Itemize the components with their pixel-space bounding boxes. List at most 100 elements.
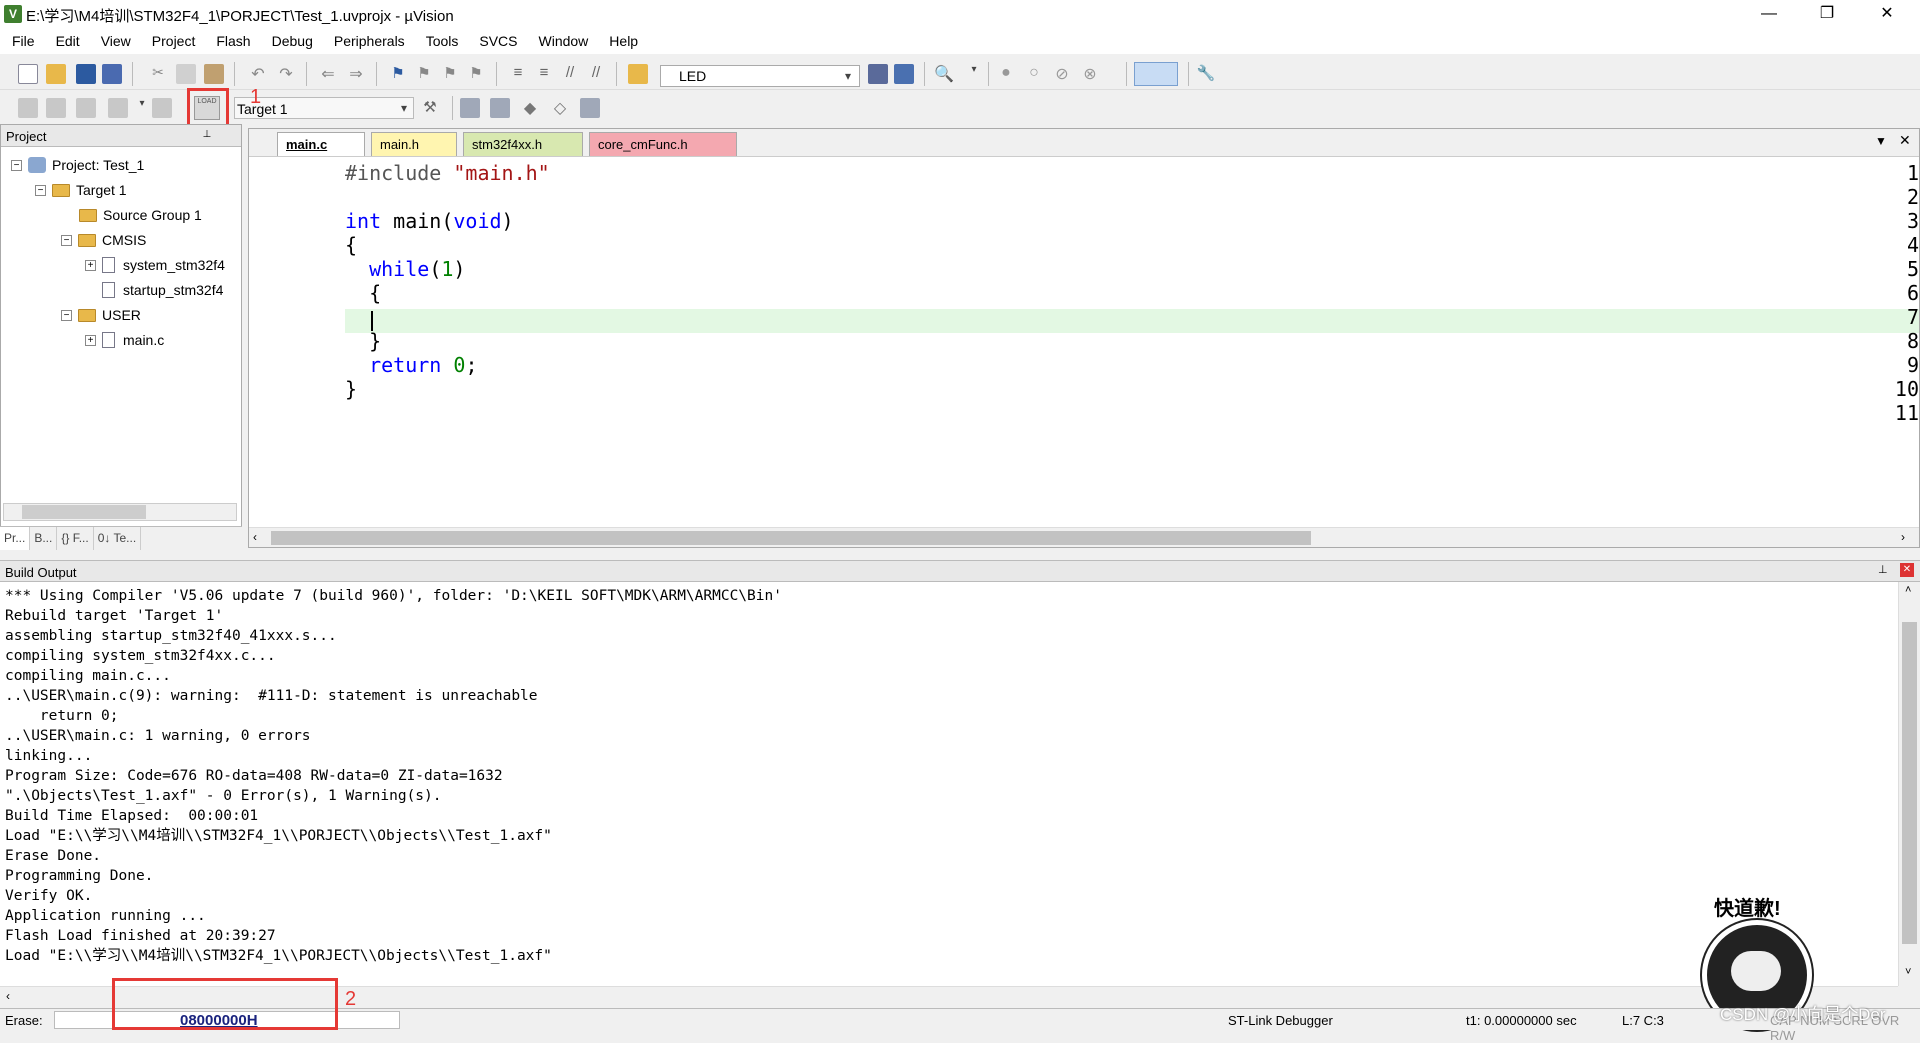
tree-item-startup-file[interactable]: startup_stm32f4 xyxy=(102,282,223,298)
scroll-thumb[interactable] xyxy=(1902,622,1917,944)
restore-button[interactable]: ❐ xyxy=(1804,0,1850,28)
comment-icon[interactable]: // xyxy=(560,64,580,84)
prev-bookmark-icon[interactable]: ⚑ xyxy=(414,64,434,84)
nav-back-icon[interactable]: ⇐ xyxy=(318,64,338,84)
menu-svcs[interactable]: SVCS xyxy=(467,28,526,54)
scroll-left-icon[interactable]: ‹ xyxy=(6,989,10,1003)
manage-components-icon[interactable] xyxy=(490,98,510,118)
batch-build-icon[interactable] xyxy=(108,98,128,118)
scroll-left-icon[interactable]: ‹ xyxy=(253,530,257,544)
collapse-icon[interactable]: − xyxy=(11,159,22,171)
tree-item-system-file[interactable]: + system_stm32f4 xyxy=(85,257,225,273)
tab-stm32f4xx-h[interactable]: stm32f4xx.h xyxy=(463,132,583,156)
find-icon[interactable] xyxy=(868,64,888,84)
chevron-down-icon[interactable]: ▾ xyxy=(132,98,152,118)
menu-edit[interactable]: Edit xyxy=(44,28,89,54)
save-icon[interactable] xyxy=(76,64,96,84)
minimize-button[interactable]: — xyxy=(1746,0,1792,28)
disable-breakpoint-icon[interactable]: ○ xyxy=(1024,64,1044,84)
menu-flash[interactable]: Flash xyxy=(204,28,259,54)
breakpoint-icon[interactable]: ● xyxy=(996,64,1016,84)
tree-item-cmsis[interactable]: − CMSIS xyxy=(61,232,146,248)
menu-project[interactable]: Project xyxy=(140,28,205,54)
expand-icon[interactable]: + xyxy=(85,334,96,346)
expand-icon[interactable]: + xyxy=(85,259,96,271)
close-button[interactable]: ✕ xyxy=(1864,0,1910,28)
find-in-files-icon[interactable] xyxy=(628,64,648,84)
menu-window[interactable]: Window xyxy=(527,28,598,54)
tree-item-project[interactable]: − Project: Test_1 xyxy=(11,157,144,173)
horizontal-scrollbar[interactable] xyxy=(3,503,237,521)
scroll-thumb[interactable] xyxy=(271,531,1311,545)
debug-session-icon[interactable]: 🔍 xyxy=(934,64,954,84)
tree-item-target[interactable]: − Target 1 xyxy=(35,182,127,198)
chevron-down-icon[interactable]: ▾ xyxy=(964,64,984,84)
incremental-find-icon[interactable] xyxy=(894,64,914,84)
collapse-icon[interactable]: − xyxy=(61,234,72,246)
scroll-up-icon[interactable]: ˄ xyxy=(1905,584,1911,596)
find-combo[interactable]: LED xyxy=(660,65,860,87)
new-file-icon[interactable] xyxy=(18,64,38,84)
paste-icon[interactable] xyxy=(204,64,224,84)
build-icon[interactable] xyxy=(46,98,66,118)
tab-books[interactable]: B... xyxy=(30,527,58,550)
redo-icon[interactable]: ↷ xyxy=(276,64,296,84)
indent-icon[interactable]: ≡ xyxy=(508,64,528,84)
tab-project[interactable]: Pr... xyxy=(0,527,31,550)
kill-breakpoints-icon[interactable]: ⊗ xyxy=(1080,64,1100,84)
tree-item-user[interactable]: − USER xyxy=(61,307,141,323)
line-number: 9 xyxy=(1906,353,1919,377)
menu-file[interactable]: File xyxy=(0,28,44,54)
tab-main-c[interactable]: main.c xyxy=(277,132,365,156)
editor-horizontal-scrollbar[interactable]: ‹ › xyxy=(249,527,1919,547)
copy-icon[interactable] xyxy=(176,64,196,84)
tab-functions[interactable]: {} F... xyxy=(57,527,94,550)
collapse-icon[interactable]: − xyxy=(61,309,72,321)
chevron-down-icon[interactable]: ▾ xyxy=(394,98,414,118)
select-packs-icon[interactable] xyxy=(580,98,600,118)
pin-icon[interactable]: ⊥ xyxy=(1878,563,1888,576)
unindent-icon[interactable]: ≡ xyxy=(534,64,554,84)
next-bookmark-icon[interactable]: ⚑ xyxy=(440,64,460,84)
menu-debug[interactable]: Debug xyxy=(260,28,322,54)
tab-main-h[interactable]: main.h xyxy=(371,132,457,156)
cut-icon[interactable]: ✂ xyxy=(148,64,168,84)
chevron-down-icon[interactable]: ▾ xyxy=(838,66,858,86)
scroll-right-icon[interactable]: › xyxy=(1901,530,1905,544)
translate-icon[interactable] xyxy=(18,98,38,118)
tab-list-chevron-icon[interactable]: ▼ xyxy=(1875,134,1887,148)
menu-peripherals[interactable]: Peripherals xyxy=(322,28,414,54)
manage-project-icon[interactable] xyxy=(460,98,480,118)
rte-icon[interactable]: ◆ xyxy=(520,98,540,118)
scroll-down-icon[interactable]: ˅ xyxy=(1905,966,1911,978)
menu-view[interactable]: View xyxy=(89,28,140,54)
wrench-icon[interactable]: 🔧 xyxy=(1196,64,1216,84)
bookmark-icon[interactable]: ⚑ xyxy=(388,64,408,84)
tab-core-cmfunc-h[interactable]: core_cmFunc.h xyxy=(589,132,737,156)
pack-installer-icon[interactable]: ◇ xyxy=(550,98,570,118)
collapse-icon[interactable]: − xyxy=(35,184,46,196)
close-panel-icon[interactable]: ✕ xyxy=(1900,563,1914,577)
window-layout-icon[interactable] xyxy=(1134,62,1178,86)
clear-bookmarks-icon[interactable]: ⚑ xyxy=(466,64,486,84)
scroll-thumb[interactable] xyxy=(22,505,146,519)
tree-item-main-c[interactable]: + main.c xyxy=(85,332,164,348)
close-editor-icon[interactable]: ✕ xyxy=(1899,132,1911,149)
pin-icon[interactable]: ⊥ xyxy=(201,129,213,141)
menu-help[interactable]: Help xyxy=(597,28,647,54)
build-output-text[interactable]: *** Using Compiler 'V5.06 update 7 (buil… xyxy=(0,582,1898,986)
tab-templates[interactable]: 0↓ Te... xyxy=(94,527,142,550)
uncomment-icon[interactable]: // xyxy=(586,64,606,84)
rebuild-icon[interactable] xyxy=(76,98,96,118)
code-area[interactable]: 1 2 3 4 5 6 7 8 9 10 11 #include "main.h… xyxy=(249,159,1919,547)
save-all-icon[interactable] xyxy=(102,64,122,84)
stop-build-icon[interactable] xyxy=(152,98,172,118)
open-file-icon[interactable] xyxy=(46,64,66,84)
nav-forward-icon[interactable]: ⇒ xyxy=(346,64,366,84)
disable-all-breakpoints-icon[interactable]: ⊘ xyxy=(1052,64,1072,84)
tree-item-source-group[interactable]: Source Group 1 xyxy=(79,207,202,223)
menu-tools[interactable]: Tools xyxy=(414,28,468,54)
undo-icon[interactable]: ↶ xyxy=(248,64,268,84)
target-options-icon[interactable]: ⚒ xyxy=(420,98,440,118)
output-vertical-scrollbar[interactable]: ˄ ˅ xyxy=(1898,582,1920,986)
